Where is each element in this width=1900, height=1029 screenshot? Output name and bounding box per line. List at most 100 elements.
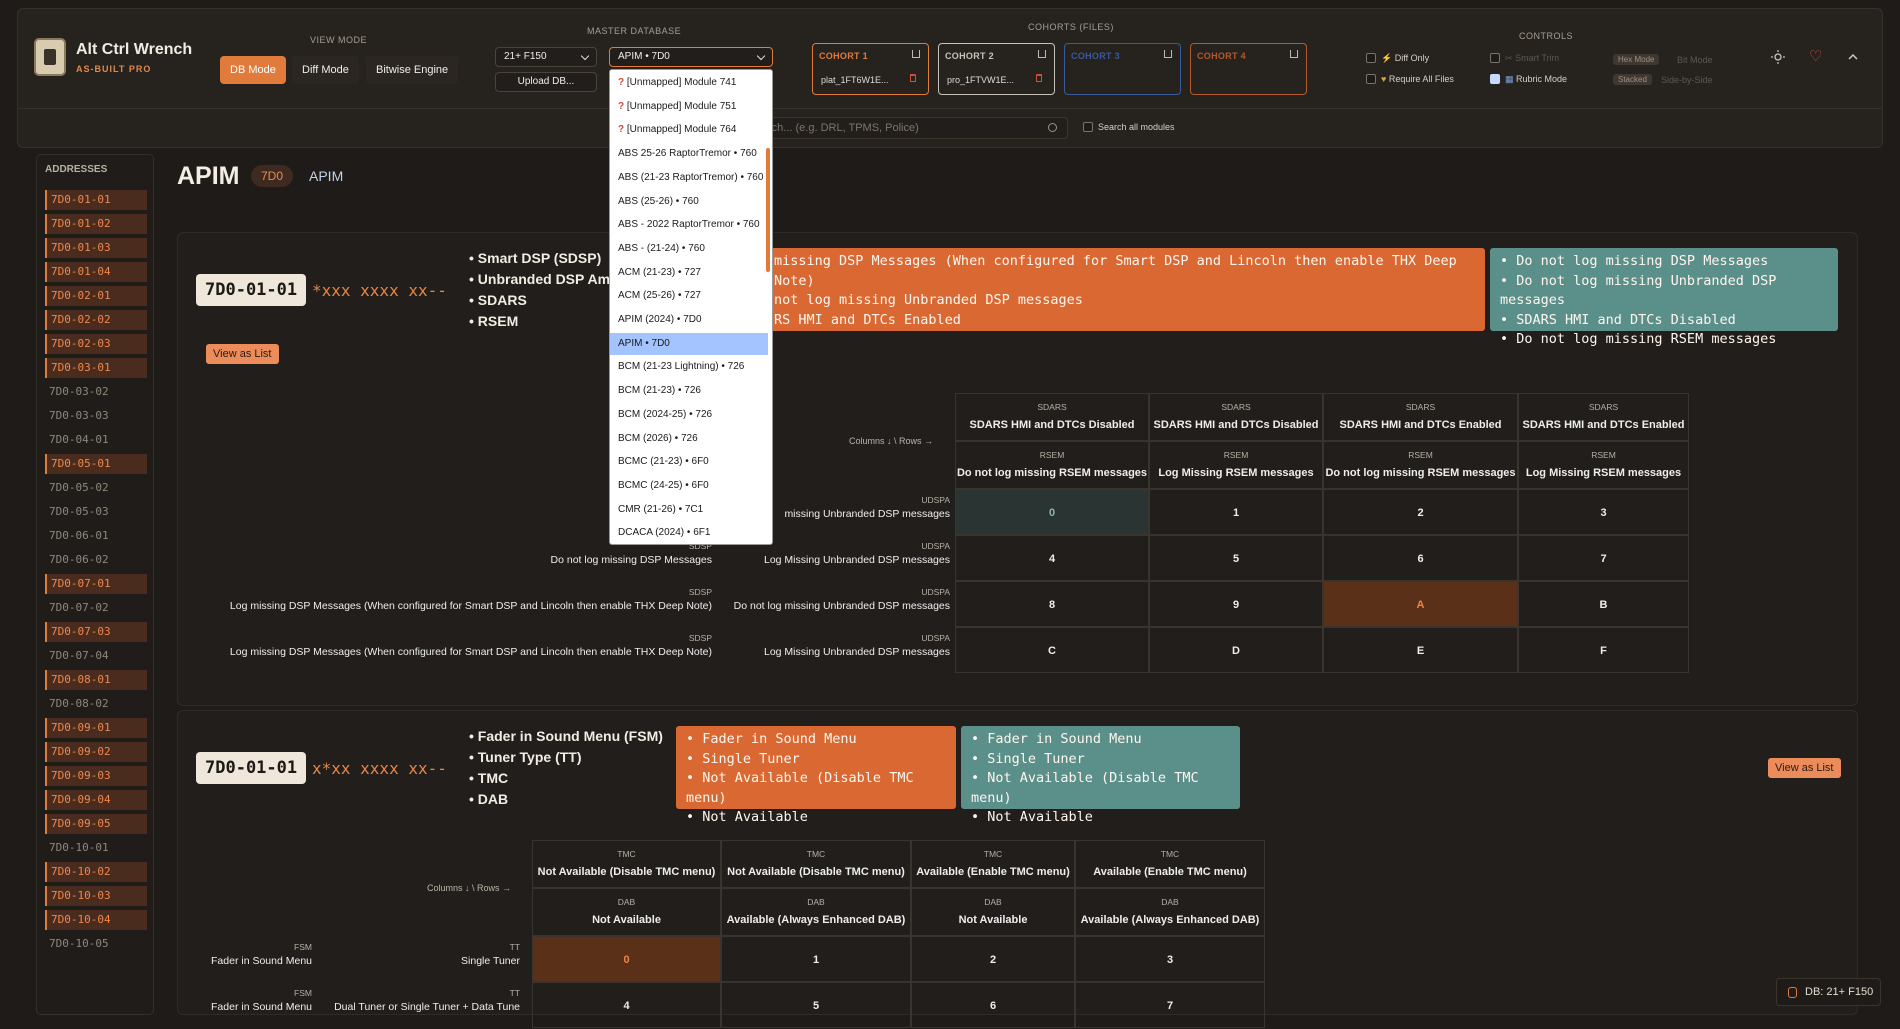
value-cell[interactable]: 6	[911, 982, 1075, 1028]
sidebar-address[interactable]: 7D0-03-03	[45, 406, 147, 426]
value-cell[interactable]: 1	[1149, 489, 1323, 535]
dropdown-option[interactable]: APIM • 7D0	[610, 332, 768, 355]
value-cell[interactable]: 7	[1518, 535, 1689, 581]
stacked-pill[interactable]: Stacked	[1613, 74, 1652, 85]
require-all-files-toggle[interactable]: ♥ Require All Files	[1366, 74, 1454, 84]
module-select[interactable]: APIM • 7D0	[609, 47, 773, 67]
dropdown-option[interactable]: ? [Unmapped] Module 751	[610, 96, 768, 118]
dropdown-option[interactable]: BCMC (24-25) • 6F0	[610, 475, 768, 497]
sidebar-address[interactable]: 7D0-10-01	[45, 838, 147, 858]
sidebar-address[interactable]: 7D0-10-03	[45, 886, 147, 906]
upload-icon[interactable]	[1164, 50, 1172, 58]
sidebar-address[interactable]: 7D0-09-04	[45, 790, 147, 810]
sidebar-address[interactable]: 7D0-09-05	[45, 814, 147, 834]
dropdown-option[interactable]: CMR (21-26) • 7C1	[610, 499, 768, 521]
dropdown-option[interactable]: BCMC (21-23) • 6F0	[610, 451, 768, 473]
value-cell[interactable]: 9	[1149, 581, 1323, 627]
value-cell[interactable]: 4	[955, 535, 1149, 581]
sidebar-address[interactable]: 7D0-07-02	[45, 598, 147, 618]
dropdown-option[interactable]: BCM (2026) • 726	[610, 428, 768, 450]
sidebar-address[interactable]: 7D0-01-04	[45, 262, 147, 282]
db-mode-button[interactable]: DB Mode	[220, 56, 286, 84]
value-cell[interactable]: 3	[1075, 936, 1265, 982]
favorite-heart-icon[interactable]: ♡	[1809, 49, 1823, 64]
side-by-side-label[interactable]: Side-by-Side	[1661, 75, 1713, 85]
value-cell[interactable]: 7	[1075, 982, 1265, 1028]
dropdown-option[interactable]: ABS 25-26 RaptorTremor • 760	[610, 143, 768, 165]
sun-icon[interactable]	[1771, 50, 1785, 64]
vehicle-select[interactable]: 21+ F150	[495, 47, 597, 67]
cohort-3-slot[interactable]: COHORT 3	[1064, 43, 1181, 95]
sidebar-address[interactable]: 7D0-02-03	[45, 334, 147, 354]
sidebar-address[interactable]: 7D0-10-04	[45, 910, 147, 930]
rubric-mode-toggle[interactable]: ▦ Rubric Mode	[1490, 74, 1567, 85]
dropdown-option[interactable]: ACM (21-23) • 727	[610, 262, 768, 284]
dropdown-option[interactable]: ABS (25-26) • 760	[610, 191, 768, 213]
sidebar-address[interactable]: 7D0-01-02	[45, 214, 147, 234]
diff-only-toggle[interactable]: ⚡ Diff Only	[1366, 53, 1429, 64]
value-cell[interactable]: 5	[1149, 535, 1323, 581]
upload-icon[interactable]	[1038, 50, 1046, 58]
dropdown-option[interactable]: ? [Unmapped] Module 764	[610, 119, 768, 141]
checkbox[interactable]	[1490, 74, 1500, 84]
checkbox[interactable]	[1366, 74, 1376, 84]
sidebar-address[interactable]: 7D0-01-03	[45, 238, 147, 258]
value-cell[interactable]: 0	[955, 489, 1149, 535]
sidebar-address[interactable]: 7D0-03-02	[45, 382, 147, 402]
value-cell[interactable]: C	[955, 627, 1149, 673]
cohort-1-slot[interactable]: COHORT 1 plat_1FT6W1E...	[812, 43, 929, 95]
value-cell[interactable]: 8	[955, 581, 1149, 627]
sidebar-address[interactable]: 7D0-09-03	[45, 766, 147, 786]
sidebar-address[interactable]: 7D0-05-02	[45, 478, 147, 498]
sidebar-address[interactable]: 7D0-05-01	[45, 454, 147, 474]
search-all-modules-toggle[interactable]: Search all modules	[1083, 122, 1175, 132]
checkbox[interactable]	[1490, 53, 1500, 63]
sidebar-address[interactable]: 7D0-09-02	[45, 742, 147, 762]
value-cell[interactable]: 6	[1323, 535, 1518, 581]
value-cell[interactable]: 5	[721, 982, 911, 1028]
sidebar-address[interactable]: 7D0-07-01	[45, 574, 147, 594]
value-cell[interactable]: E	[1323, 627, 1518, 673]
value-cell[interactable]: 2	[911, 936, 1075, 982]
sidebar-address[interactable]: 7D0-02-02	[45, 310, 147, 330]
value-cell[interactable]: B	[1518, 581, 1689, 627]
dropdown-option[interactable]: DCACA (2024) • 6F1	[610, 522, 768, 544]
value-cell[interactable]: D	[1149, 627, 1323, 673]
bit-mode-label[interactable]: Bit Mode	[1677, 55, 1713, 65]
sidebar-address[interactable]: 7D0-10-05	[45, 934, 147, 954]
dropdown-option[interactable]: ? [Unmapped] Module 741	[610, 72, 768, 94]
bitwise-engine-button[interactable]: Bitwise Engine	[366, 56, 459, 84]
cohort-4-slot[interactable]: COHORT 4	[1190, 43, 1307, 95]
upload-db-button[interactable]: Upload DB...	[495, 72, 597, 92]
dropdown-option[interactable]: ABS (21-23 RaptorTremor) • 760	[610, 167, 768, 189]
view-as-list-button[interactable]: View as List	[206, 344, 279, 364]
trash-icon[interactable]	[1036, 74, 1042, 82]
sidebar-address[interactable]: 7D0-06-02	[45, 550, 147, 570]
collapse-chevron-icon[interactable]	[1846, 50, 1860, 64]
sidebar-address[interactable]: 7D0-07-03	[45, 622, 147, 642]
dropdown-option[interactable]: BCM (21-23 Lightning) • 726	[610, 356, 768, 378]
cohort-2-slot[interactable]: COHORT 2 pro_1FTVW1E...	[938, 43, 1055, 95]
diff-mode-button[interactable]: Diff Mode	[292, 56, 359, 84]
sidebar-address[interactable]: 7D0-02-01	[45, 286, 147, 306]
sidebar-address[interactable]: 7D0-08-01	[45, 670, 147, 690]
dropdown-option[interactable]: ABS - 2022 RaptorTremor • 760	[610, 214, 768, 236]
sidebar-address[interactable]: 7D0-10-02	[45, 862, 147, 882]
value-cell[interactable]: 3	[1518, 489, 1689, 535]
upload-icon[interactable]	[912, 50, 920, 58]
trash-icon[interactable]	[910, 74, 916, 82]
dropdown-option[interactable]: APIM (2024) • 7D0	[610, 309, 768, 331]
sidebar-address[interactable]: 7D0-04-01	[45, 430, 147, 450]
smart-trim-toggle[interactable]: ✂ Smart Trim	[1490, 53, 1559, 64]
hex-mode-pill[interactable]: Hex Mode	[1613, 54, 1660, 65]
dropdown-option[interactable]: BCM (21-23) • 726	[610, 380, 768, 402]
dropdown-scrollbar[interactable]	[766, 148, 770, 272]
value-cell[interactable]: F	[1518, 627, 1689, 673]
sidebar-address[interactable]: 7D0-05-03	[45, 502, 147, 522]
value-cell[interactable]: A	[1323, 581, 1518, 627]
value-cell[interactable]: 2	[1323, 489, 1518, 535]
sidebar-address[interactable]: 7D0-01-01	[45, 190, 147, 210]
view-as-list-button[interactable]: View as List	[1768, 758, 1841, 778]
dropdown-option[interactable]: BCM (2024-25) • 726	[610, 404, 768, 426]
checkbox[interactable]	[1366, 53, 1376, 63]
